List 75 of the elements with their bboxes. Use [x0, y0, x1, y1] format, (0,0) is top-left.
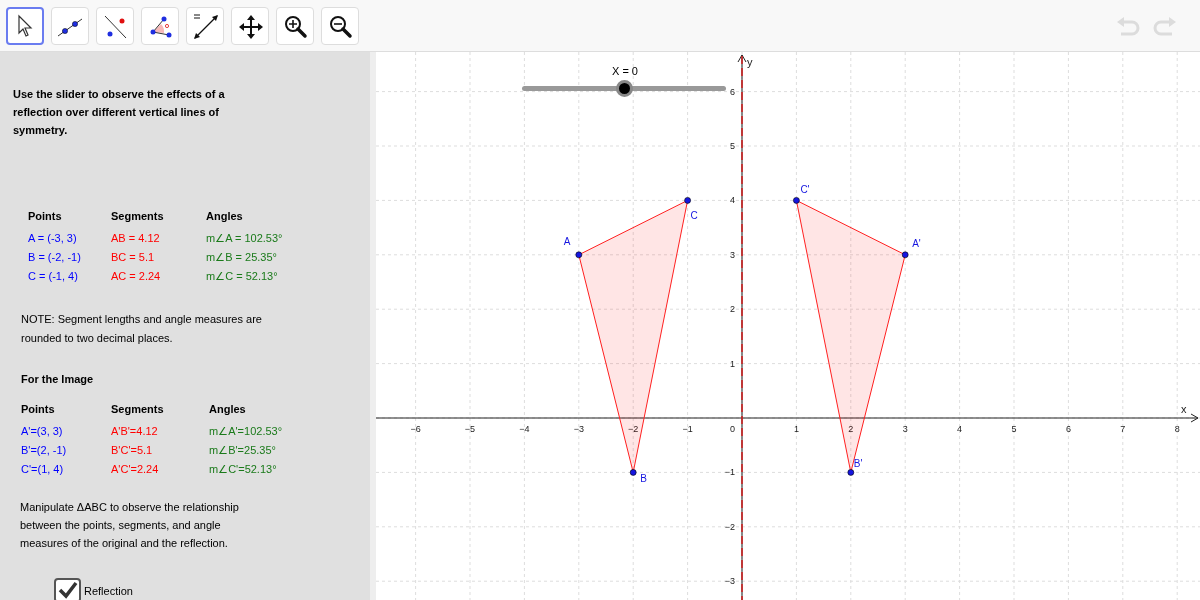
- tick-label: −4: [519, 424, 530, 434]
- table-cell-text: A = (-3, 3): [28, 231, 78, 246]
- column-header: Points: [28, 209, 63, 224]
- column-header: Segments: [111, 209, 165, 224]
- checkbox[interactable]: [54, 577, 81, 600]
- tick-label: 2: [730, 304, 735, 315]
- axis-label: x: [1181, 403, 1187, 415]
- table-cell-text: m∠B = 25.35°: [206, 250, 278, 265]
- tick-label: 7: [1120, 424, 1126, 434]
- instruction-text: Use the slider to observe the effects of a reflection over different vertical lines of symmetry.: [13, 87, 226, 138]
- tick-label: −3: [573, 424, 584, 434]
- column-header: Angles: [206, 209, 244, 224]
- point[interactable]: [793, 197, 800, 204]
- tick-label: −1: [682, 424, 693, 434]
- axis-label: y: [747, 56, 753, 68]
- tick-label: 3: [902, 424, 908, 434]
- slider-thumb[interactable]: [616, 80, 633, 97]
- table-cell-text: A'=(3, 3): [21, 423, 64, 439]
- tick-label: 4: [730, 195, 735, 206]
- point-label: A: [563, 235, 571, 247]
- tick-label: 1: [730, 358, 735, 369]
- tick-label: 6: [1065, 424, 1071, 434]
- note-text: NOTE: Segment lengths and angle measures are rounded to two decimal places.: [21, 312, 263, 346]
- undo-icon: [1115, 15, 1141, 36]
- column-header: Segments: [111, 401, 165, 417]
- table-cell-text: B = (-2, -1): [28, 250, 82, 265]
- table-cell-text: AB = 4.12: [111, 231, 161, 246]
- origin-label: 0: [730, 424, 735, 434]
- table-cell-text: C'=(1, 4): [21, 461, 65, 477]
- checkbox-label: Reflection: [84, 583, 133, 598]
- point-label: C: [690, 210, 698, 222]
- table-cell-text: A'C'=2.24: [111, 461, 160, 477]
- tick-label: 8: [1174, 424, 1180, 434]
- tick-label: 1: [793, 424, 799, 434]
- column-header: Angles: [209, 401, 247, 417]
- tick-label: 2: [848, 424, 854, 434]
- redo-icon: [1152, 15, 1178, 36]
- table-cell-text: m∠A'=102.53°: [209, 423, 284, 439]
- table-cell-text: A'B'=4.12: [111, 423, 159, 439]
- table-cell-text: B'C'=5.1: [111, 442, 154, 458]
- point-label: B': [853, 458, 863, 470]
- checkmark-icon: [57, 581, 78, 599]
- tick-label: 5: [730, 141, 735, 151]
- slider[interactable]: [522, 80, 726, 97]
- tick-label: −1: [724, 467, 735, 478]
- tick-label: −5: [464, 424, 476, 434]
- tick-label: −2: [628, 424, 639, 434]
- column-header: Points: [21, 401, 56, 417]
- point[interactable]: [629, 469, 637, 476]
- point-label: C': [800, 184, 810, 196]
- tick-label: 5: [1011, 424, 1017, 434]
- table-cell-text: m∠B'=25.35°: [209, 442, 277, 458]
- section-heading: For the Image: [21, 372, 95, 387]
- tick-label: −2: [724, 521, 735, 532]
- tick-label: −3: [724, 576, 735, 587]
- table-cell-text: AC = 2.24: [111, 269, 162, 284]
- tick-label: −6: [410, 424, 421, 434]
- table-cell-text: C = (-1, 4): [28, 269, 79, 284]
- table-cell-text: m∠A = 102.53°: [206, 231, 284, 246]
- table-cell-text: m∠C = 52.13°: [206, 269, 279, 284]
- table-cell-text: B'=(2, -1): [21, 442, 68, 458]
- point[interactable]: [847, 469, 855, 476]
- tick-label: 3: [730, 249, 735, 260]
- tool-button[interactable]: [6, 6, 44, 45]
- tick-label: 6: [730, 86, 735, 97]
- slider-label: X = 0: [612, 64, 638, 79]
- table-cell-text: BC = 5.1: [111, 250, 156, 265]
- point[interactable]: [901, 251, 909, 259]
- instruction-text: Manipulate ΔABC to observe the relationship between the points, segments, and angle measures of the original and the reflection.: [20, 499, 240, 551]
- table-cell-text: m∠C'=52.13°: [209, 461, 278, 477]
- tick-label: 4: [957, 424, 963, 434]
- point[interactable]: [575, 251, 583, 259]
- point-label: A': [912, 237, 921, 249]
- point-label: B: [640, 473, 647, 485]
- point[interactable]: [684, 197, 691, 204]
